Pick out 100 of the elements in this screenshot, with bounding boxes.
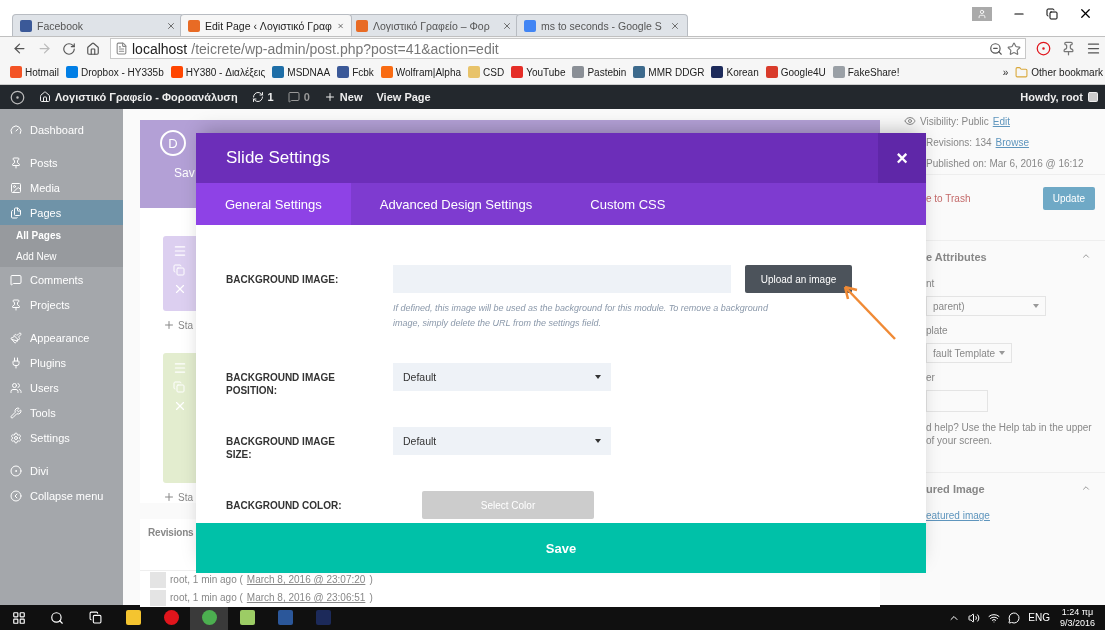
users-icon xyxy=(10,381,22,394)
field-label: nt xyxy=(926,278,935,289)
zoom-icon[interactable] xyxy=(989,41,1003,56)
drag-handle-icon[interactable] xyxy=(173,244,187,258)
bookmark-link[interactable]: MMR DDGR xyxy=(633,66,705,78)
profile-icon[interactable] xyxy=(972,6,992,21)
bookmark-link[interactable]: HY380 - Διαλέξεις xyxy=(170,66,266,78)
folder-icon xyxy=(1015,65,1029,79)
field-label: BACKGROUND IMAGE SIZE: xyxy=(226,435,336,461)
star-icon[interactable] xyxy=(1007,41,1021,56)
bookmark-link[interactable]: FakeShare! xyxy=(832,66,900,78)
browse-link[interactable]: Browse xyxy=(995,137,1029,148)
gear-icon xyxy=(10,431,22,444)
section-label: Sta xyxy=(178,319,193,331)
avatar-icon xyxy=(150,590,166,606)
caret-icon xyxy=(595,439,601,443)
new-link[interactable]: New xyxy=(323,91,363,103)
featured-image-link[interactable]: eatured image xyxy=(926,510,990,521)
close-icon[interactable] xyxy=(1078,6,1093,21)
notifications-icon[interactable] xyxy=(1008,611,1021,624)
gauge-icon xyxy=(10,123,22,136)
revision-link[interactable]: March 8, 2016 @ 23:06:51 xyxy=(246,592,366,604)
field-label: BACKGROUND IMAGE: xyxy=(226,273,340,286)
upload-image-button[interactable]: Upload an image xyxy=(745,265,852,293)
parent-select[interactable]: parent) xyxy=(926,296,1046,316)
select-dropdown[interactable]: Default xyxy=(393,363,611,391)
sidebar-item[interactable]: Pages xyxy=(0,200,123,225)
menu-icon[interactable] xyxy=(1086,41,1101,56)
browser-tab[interactable]: ms to seconds - Google S xyxy=(516,14,688,36)
caret-icon xyxy=(1033,304,1039,308)
page-icon xyxy=(115,42,128,55)
modal-title: Slide Settings xyxy=(225,148,330,168)
add-icon[interactable] xyxy=(163,491,175,503)
bookmark-link[interactable]: YouTube xyxy=(511,66,566,78)
pin-icon xyxy=(10,156,22,169)
other-bookmarks[interactable]: Other bookmark xyxy=(1015,65,1103,79)
help-text: of your screen. xyxy=(926,435,993,446)
select-dropdown[interactable]: Default xyxy=(393,427,611,455)
revisions-text: Revisions: 134 xyxy=(926,137,992,148)
favicon-icon xyxy=(524,19,536,32)
bookmark-link[interactable]: CSD xyxy=(468,66,505,78)
settings-tab[interactable]: Advanced Design Settings xyxy=(350,183,562,225)
home-icon[interactable] xyxy=(86,41,100,56)
restore-icon[interactable] xyxy=(1046,7,1058,20)
bookmark-link[interactable]: Fcbk xyxy=(337,66,374,78)
search-icon xyxy=(50,610,64,625)
bookmark-link[interactable]: Hotmail xyxy=(10,66,59,78)
help-text: d help? Use the Help tab in the upper xyxy=(926,422,1092,433)
app-icon xyxy=(125,610,141,625)
refresh-icon xyxy=(251,91,264,103)
avatar-icon xyxy=(1087,91,1099,103)
bookmark-link[interactable]: Dropbox - HY335b xyxy=(65,66,164,78)
trash-link[interactable]: e to Trash xyxy=(926,193,971,204)
taskbar-app[interactable] xyxy=(190,605,228,630)
language-indicator[interactable]: ENG xyxy=(1028,612,1050,623)
home-icon xyxy=(39,91,51,103)
view-page-link[interactable]: View Page xyxy=(376,91,431,103)
volume-icon[interactable] xyxy=(968,611,981,624)
bookmark-link[interactable]: Google4U xyxy=(765,66,826,78)
favicon-icon xyxy=(20,19,32,32)
template-select[interactable]: fault Template xyxy=(926,343,1012,363)
bookmarks-overflow[interactable]: » xyxy=(1002,66,1009,78)
reload-icon[interactable] xyxy=(62,41,76,56)
settings-tab[interactable]: Custom CSS xyxy=(561,183,695,225)
pin-icon xyxy=(10,298,22,311)
close-button[interactable]: × xyxy=(878,133,926,183)
annotation-arrow xyxy=(841,283,897,341)
revision-link[interactable]: March 8, 2016 @ 23:07:20 xyxy=(246,574,366,586)
favicon-icon xyxy=(356,19,368,32)
panel-title: ured Image xyxy=(926,483,985,495)
panel-title: e Attributes xyxy=(926,251,987,263)
task-view-icon xyxy=(88,611,102,624)
visibility-text: Visibility: Public xyxy=(920,115,989,127)
bookmark-link[interactable]: Pastebin xyxy=(572,66,627,78)
circle-icon xyxy=(10,464,22,477)
comments-link[interactable]: 0 xyxy=(287,91,310,103)
browser-tab[interactable]: Edit Page ‹ Λογιστικό Γραφ xyxy=(180,14,352,36)
add-icon[interactable] xyxy=(163,319,175,331)
edit-link[interactable]: Edit xyxy=(992,115,1010,127)
site-link[interactable]: Λογιστικό Γραφείο - Φοροανάλυση xyxy=(39,91,238,103)
address-bar[interactable]: localhost /teicrete/wp-admin/post.php?post=41&action=edit xyxy=(110,38,1026,59)
plug-icon xyxy=(10,356,22,369)
bookmark-link[interactable]: Korean xyxy=(711,66,759,78)
caret-icon xyxy=(999,351,1005,355)
eye-icon xyxy=(904,115,916,127)
drag-handle-icon[interactable] xyxy=(173,361,187,375)
wifi-icon[interactable] xyxy=(988,611,1001,624)
order-input[interactable] xyxy=(926,390,988,412)
field-label: BACKGROUND COLOR: xyxy=(226,499,343,512)
back-icon[interactable] xyxy=(12,41,27,56)
published-text: Published on: Mar 6, 2016 @ 16:12 xyxy=(926,158,1084,169)
bookmark-link[interactable]: Wolfram|Alpha xyxy=(380,66,461,78)
app-icon xyxy=(239,610,255,625)
bookmark-link[interactable]: MSDNAA xyxy=(272,66,331,78)
account-menu[interactable]: Howdy, root xyxy=(1020,91,1099,103)
settings-tab[interactable]: General Settings xyxy=(196,183,351,225)
clock[interactable]: 1:24 πμ 9/3/2016 xyxy=(1049,606,1105,629)
windows-logo-icon xyxy=(12,610,26,625)
updates-link[interactable]: 1 xyxy=(251,91,274,103)
app-icon xyxy=(163,610,179,625)
